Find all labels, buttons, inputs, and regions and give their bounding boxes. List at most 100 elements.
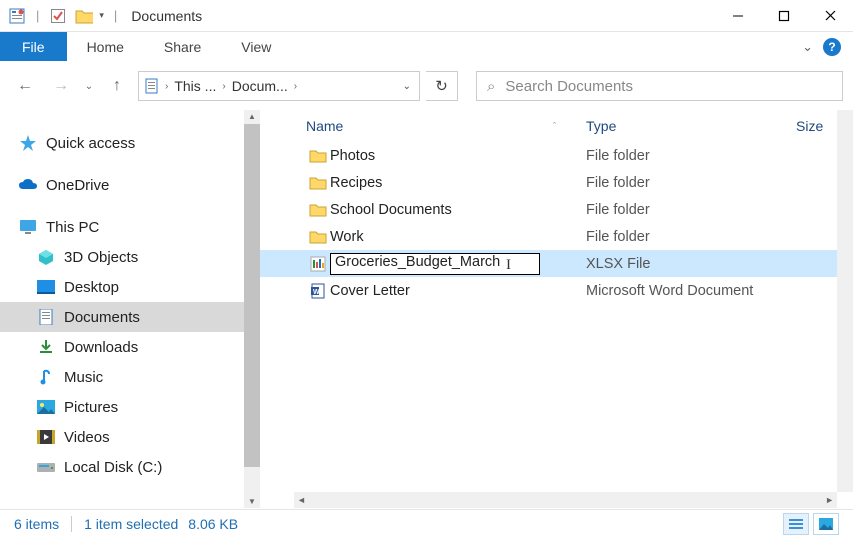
nav-music[interactable]: Music — [0, 362, 260, 392]
file-type: File folder — [586, 175, 650, 191]
forward-button[interactable]: → — [46, 71, 76, 101]
file-name: Photos — [330, 148, 586, 164]
monitor-icon — [18, 218, 38, 236]
tab-home[interactable]: Home — [67, 32, 144, 61]
ribbon-expand-icon[interactable]: ⌄ — [802, 39, 813, 55]
checkbox-icon[interactable] — [49, 7, 67, 25]
file-row[interactable]: Recipes File folder — [260, 169, 853, 196]
address-bar[interactable]: › This ... › Docum... › ⌄ — [138, 71, 420, 101]
properties-icon[interactable] — [8, 7, 26, 25]
sort-caret-icon: ˆ — [553, 121, 586, 131]
file-name: Cover Letter — [330, 283, 586, 299]
file-type: XLSX File — [586, 256, 650, 272]
address-history-dropdown[interactable]: ⌄ — [403, 81, 415, 92]
nav-label: Pictures — [64, 399, 118, 416]
nav-quick-access[interactable]: Quick access — [0, 128, 260, 158]
file-row[interactable]: Work File folder — [260, 223, 853, 250]
qat-dropdown-icon[interactable]: ▾ — [99, 10, 104, 21]
breadcrumb[interactable]: This ... — [172, 78, 218, 94]
nav-label: Downloads — [64, 339, 138, 356]
nav-label: Local Disk (C:) — [64, 459, 162, 476]
scroll-up-icon[interactable]: ▲ — [248, 112, 256, 121]
maximize-button[interactable] — [761, 1, 807, 31]
docx-icon: W — [306, 283, 330, 299]
column-name[interactable]: Name — [306, 118, 343, 134]
help-icon[interactable]: ? — [823, 38, 841, 56]
crumb-chevron-icon[interactable]: › — [292, 81, 299, 92]
scroll-right-icon[interactable]: ► — [822, 495, 837, 505]
column-headers[interactable]: Name ˆ Type Size — [260, 110, 853, 142]
folder-icon[interactable] — [75, 7, 93, 25]
nav-local-disk[interactable]: Local Disk (C:) — [0, 452, 260, 482]
crumb-chevron-icon[interactable]: › — [220, 81, 227, 92]
nav-scroll-thumb[interactable] — [244, 124, 260, 467]
document-icon — [36, 308, 56, 326]
nav-scrollbar[interactable]: ▲ ▼ — [244, 110, 260, 508]
qat-separator: | — [36, 8, 39, 23]
nav-3d-objects[interactable]: 3D Objects — [0, 242, 260, 272]
status-item-count: 6 items — [14, 516, 59, 532]
location-document-icon — [143, 77, 161, 95]
nav-label: Music — [64, 369, 103, 386]
nav-videos[interactable]: Videos — [0, 422, 260, 452]
file-list-pane: Name ˆ Type Size Photos File folder Reci… — [260, 110, 853, 508]
pictures-icon — [36, 398, 56, 416]
file-type: Microsoft Word Document — [586, 283, 753, 299]
disk-icon — [36, 458, 56, 476]
search-input[interactable]: ⌕ Search Documents — [476, 71, 843, 101]
file-row[interactable]: W Cover Letter Microsoft Word Document — [260, 277, 853, 304]
address-bar-row: ← → ⌄ ↑ › This ... › Docum... › ⌄ ↻ ⌕ Se… — [0, 62, 853, 110]
window-title: Documents — [131, 8, 202, 24]
nav-label: Documents — [64, 309, 140, 326]
videos-icon — [36, 428, 56, 446]
navigation-pane: Quick access OneDrive This PC 3D Objects… — [0, 110, 260, 508]
folder-icon — [306, 203, 330, 217]
nav-downloads[interactable]: Downloads — [0, 332, 260, 362]
ribbon-tabs: File Home Share View ⌄ ? — [0, 32, 853, 62]
refresh-button[interactable]: ↻ — [426, 71, 458, 101]
back-button[interactable]: ← — [10, 71, 40, 101]
folder-icon — [306, 230, 330, 244]
file-type: File folder — [586, 229, 650, 245]
file-name: Recipes — [330, 175, 586, 191]
content-h-scrollbar[interactable]: ◄ ► — [294, 492, 837, 508]
cube-icon — [36, 248, 56, 266]
column-size[interactable]: Size — [796, 118, 823, 134]
folder-icon — [306, 149, 330, 163]
folder-icon — [306, 176, 330, 190]
nav-label: This PC — [46, 219, 99, 236]
close-button[interactable] — [807, 1, 853, 31]
scroll-down-icon[interactable]: ▼ — [248, 497, 256, 506]
nav-desktop[interactable]: Desktop — [0, 272, 260, 302]
crumb-chevron-icon[interactable]: › — [163, 81, 170, 92]
file-name: Work — [330, 229, 586, 245]
breadcrumb[interactable]: Docum... — [230, 78, 290, 94]
recent-dropdown[interactable]: ⌄ — [82, 71, 96, 101]
file-row[interactable]: Photos File folder — [260, 142, 853, 169]
star-icon — [18, 134, 38, 152]
up-button[interactable]: ↑ — [102, 71, 132, 101]
column-type[interactable]: Type — [586, 118, 796, 134]
nav-pictures[interactable]: Pictures — [0, 392, 260, 422]
nav-onedrive[interactable]: OneDrive — [0, 170, 260, 200]
content-v-scrollbar[interactable] — [837, 110, 853, 492]
music-icon — [36, 368, 56, 386]
nav-documents[interactable]: Documents — [0, 302, 260, 332]
file-row[interactable]: Groceries_Budget_MarchI XLSX File — [260, 250, 853, 277]
nav-label: Quick access — [46, 135, 135, 152]
tab-share[interactable]: Share — [144, 32, 221, 61]
file-tab[interactable]: File — [0, 32, 67, 61]
desktop-icon — [36, 278, 56, 296]
text-cursor-icon: I — [506, 257, 511, 274]
rename-input[interactable]: Groceries_Budget_MarchI — [330, 253, 540, 275]
status-bar: 6 items 1 item selected 8.06 KB — [0, 509, 853, 537]
file-row[interactable]: School Documents File folder — [260, 196, 853, 223]
scroll-left-icon[interactable]: ◄ — [294, 495, 309, 505]
details-view-button[interactable] — [783, 513, 809, 535]
tab-view[interactable]: View — [221, 32, 291, 61]
nav-this-pc[interactable]: This PC — [0, 212, 260, 242]
title-bar: | ▾ | Documents — [0, 0, 853, 32]
status-separator — [71, 516, 72, 532]
thumbnails-view-button[interactable] — [813, 513, 839, 535]
minimize-button[interactable] — [715, 1, 761, 31]
